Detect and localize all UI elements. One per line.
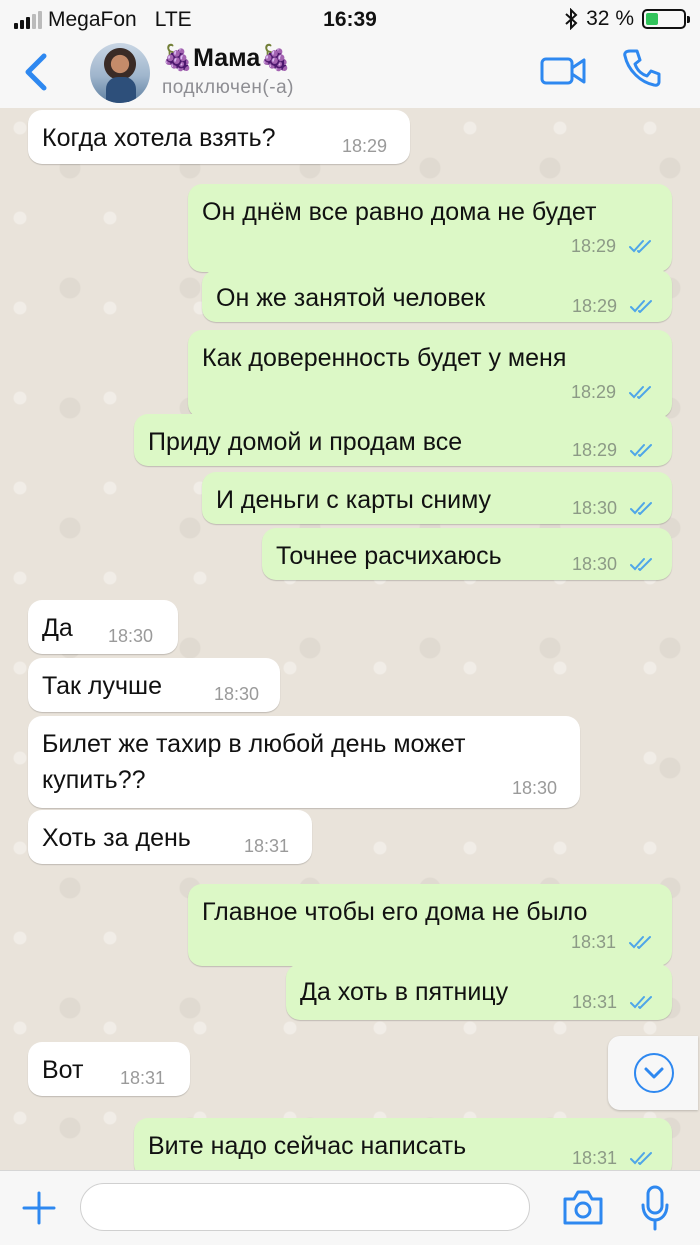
double-check-icon — [630, 996, 652, 1009]
input-bar — [0, 1170, 700, 1245]
message-time: 18:30 — [512, 778, 558, 798]
message-time: 18:30 — [108, 626, 154, 646]
double-check-icon — [629, 386, 651, 399]
message-time: 18:30 — [214, 684, 260, 704]
double-check-icon — [630, 502, 652, 515]
microphone-button[interactable] — [640, 1185, 670, 1231]
camera-icon — [563, 1190, 603, 1225]
voice-call-button[interactable] — [622, 48, 662, 88]
camera-button[interactable] — [562, 1187, 604, 1227]
microphone-icon — [641, 1185, 669, 1231]
message-text: Так лучше — [42, 672, 163, 700]
message-time: 18:31 — [572, 1148, 618, 1168]
double-check-icon — [630, 558, 652, 571]
contact-status: подключен(-а) — [162, 77, 294, 98]
outgoing-message[interactable]: Приду домой и продам все 18:29 — [134, 414, 672, 466]
outgoing-message[interactable]: Главное чтобы его дома не было 18:31 — [188, 884, 672, 966]
message-text: Когда хотела взять? — [42, 124, 276, 152]
message-time: 18:31 — [572, 992, 618, 1012]
message-text: Точнее расчихаюсь — [276, 542, 502, 570]
incoming-message[interactable]: Да 18:30 — [28, 600, 178, 654]
message-text: Да — [42, 614, 73, 642]
incoming-message[interactable]: Так лучше 18:30 — [28, 658, 280, 712]
outgoing-message[interactable]: Он же занятой человек 18:29 — [202, 270, 672, 322]
double-check-icon — [629, 936, 651, 949]
message-time: 18:29 — [572, 296, 618, 316]
outgoing-message[interactable]: И деньги с карты сниму 18:30 — [202, 472, 672, 524]
message-time: 18:29 — [342, 136, 388, 156]
video-call-button[interactable] — [540, 54, 586, 88]
phone-icon — [623, 49, 661, 87]
outgoing-message[interactable]: Он днём все равно дома не будет 18:29 — [188, 184, 672, 272]
message-time: 18:31 — [571, 932, 617, 952]
battery-icon — [642, 9, 690, 29]
double-check-icon — [629, 240, 651, 253]
message-time: 18:31 — [120, 1068, 166, 1088]
message-text: И деньги с карты сниму — [216, 486, 492, 514]
battery-fill — [646, 13, 658, 25]
message-text: Он же занятой человек — [216, 284, 486, 312]
bluetooth-icon — [565, 8, 578, 30]
message-time: 18:29 — [571, 236, 617, 256]
message-text: Он днём все равно дома не будет — [202, 198, 597, 226]
message-text: Вите надо сейчас написать — [148, 1132, 467, 1160]
avatar[interactable] — [90, 43, 150, 103]
outgoing-message[interactable]: Да хоть в пятницу 18:31 — [286, 964, 672, 1020]
message-text: Приду домой и продам все — [148, 428, 463, 456]
message-text: Вот — [42, 1056, 84, 1084]
video-camera-icon — [540, 57, 586, 85]
scroll-down-button[interactable] — [608, 1036, 698, 1110]
message-time: 18:30 — [572, 498, 618, 518]
double-check-icon — [630, 444, 652, 457]
chat-area[interactable]: Когда хотела взять? 18:29 Он днём все равн… — [0, 108, 700, 1170]
plus-icon — [22, 1191, 56, 1225]
chat-header: 🍇Мама🍇 подключен(-а) — [0, 40, 700, 109]
message-time: 18:29 — [572, 440, 618, 460]
incoming-message[interactable]: Хоть за день 18:31 — [28, 810, 312, 864]
status-right: 32 % — [564, 7, 690, 31]
message-text: Да хоть в пятницу — [300, 978, 509, 1006]
outgoing-message[interactable]: Вите надо сейчас написать 18:31 — [134, 1118, 672, 1170]
message-time: 18:31 — [244, 836, 290, 856]
message-text: Главное чтобы его дома не было — [202, 898, 588, 926]
attach-button[interactable] — [20, 1189, 58, 1227]
chevron-left-icon — [25, 53, 47, 91]
message-time: 18:30 — [572, 554, 618, 574]
back-button[interactable] — [18, 50, 58, 94]
message-text: Билет же тахир в любой день может купить… — [42, 730, 466, 794]
incoming-message[interactable]: Вот 18:31 — [28, 1042, 190, 1096]
incoming-message[interactable]: Билет же тахир в любой день может купить… — [28, 716, 580, 808]
outgoing-message[interactable]: Точнее расчихаюсь 18:30 — [262, 528, 672, 580]
chevron-down-circle-icon — [634, 1053, 674, 1093]
battery-percent: 32 % — [586, 7, 634, 30]
message-text: Как доверенность будет у меня — [202, 344, 567, 372]
message-text: Хоть за день — [42, 824, 191, 852]
double-check-icon — [630, 300, 652, 313]
outgoing-message[interactable]: Как доверенность будет у меня 18:29 — [188, 330, 672, 418]
incoming-message[interactable]: Когда хотела взять? 18:29 — [28, 110, 410, 164]
status-bar: MegaFon LTE 16:39 32 % — [0, 0, 700, 40]
message-input[interactable] — [80, 1183, 530, 1231]
message-time: 18:29 — [571, 382, 617, 402]
contact-name[interactable]: 🍇Мама🍇 — [162, 44, 291, 73]
double-check-icon — [630, 1152, 652, 1165]
